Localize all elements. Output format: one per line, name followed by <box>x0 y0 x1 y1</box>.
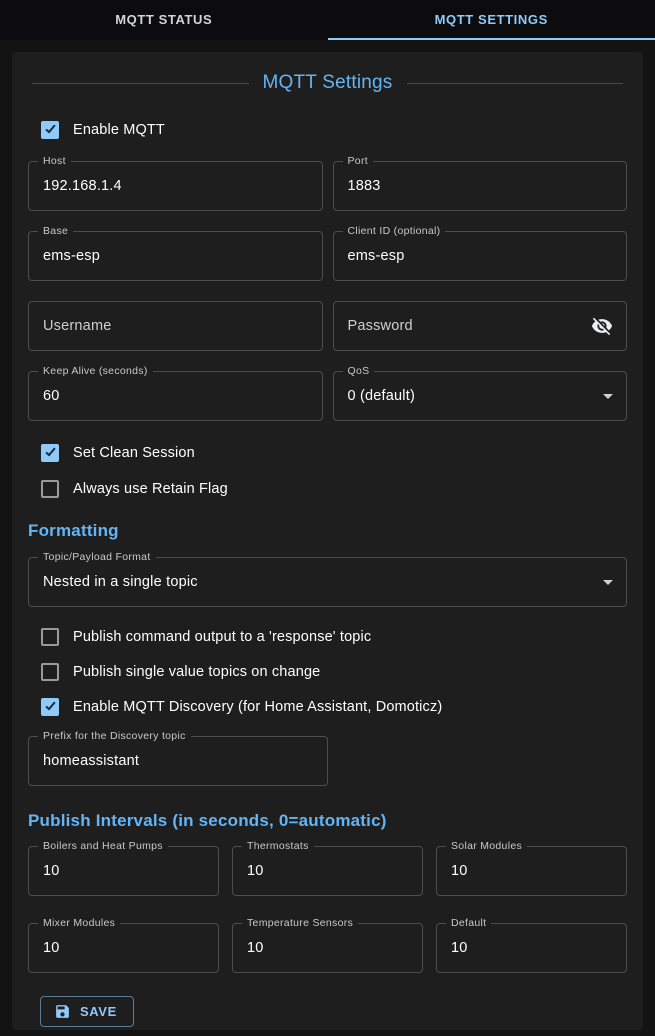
client-id-input[interactable] <box>334 232 627 280</box>
toggle-password-visibility-button[interactable] <box>586 310 618 342</box>
host-input[interactable] <box>29 162 322 210</box>
field-label: Temperature Sensors <box>242 917 358 930</box>
topic-format-selected-value: Nested in a single topic <box>43 558 198 606</box>
checkbox[interactable] <box>41 121 59 139</box>
discovery-prefix-field: Prefix for the Discovery topic <box>28 736 328 786</box>
checkbox-label: Always use Retain Flag <box>73 481 228 497</box>
intervals-row-1: Boilers and Heat Pumps Thermostats Solar… <box>28 846 627 896</box>
default-interval-input[interactable] <box>437 924 626 972</box>
check-icon <box>45 446 55 457</box>
checkbox-label: Enable MQTT <box>73 122 165 138</box>
field-label: Base <box>38 225 73 238</box>
checkbox[interactable] <box>41 663 59 681</box>
check-icon <box>45 700 55 711</box>
password-input[interactable] <box>334 302 627 350</box>
host-port-row: Host Port <box>28 161 627 211</box>
tab-mqtt-settings[interactable]: MQTT SETTINGS <box>328 0 655 40</box>
solar-interval-input[interactable] <box>437 847 626 895</box>
keep-alive-input[interactable] <box>29 372 322 420</box>
host-field: Host <box>28 161 323 211</box>
tab-mqtt-status[interactable]: MQTT STATUS <box>0 0 328 40</box>
credentials-row <box>28 301 627 351</box>
dropdown-arrow-icon <box>603 394 613 399</box>
enable-mqtt-checkbox-row[interactable]: Enable MQTT <box>28 118 627 142</box>
formatting-heading: Formatting <box>28 521 627 541</box>
field-label: Port <box>343 155 373 168</box>
checkbox-label: Publish single value topics on change <box>73 664 320 680</box>
checkbox[interactable] <box>41 480 59 498</box>
qos-select[interactable]: QoS 0 (default) <box>333 371 628 421</box>
field-label: Client ID (optional) <box>343 225 446 238</box>
save-button[interactable]: SAVE <box>40 996 134 1027</box>
visibility-off-icon <box>591 315 613 337</box>
thermostats-interval-input[interactable] <box>233 847 422 895</box>
mixer-interval-input[interactable] <box>29 924 218 972</box>
keepalive-qos-row: Keep Alive (seconds) QoS 0 (default) <box>28 371 627 421</box>
title-divider-right <box>407 83 624 84</box>
mixer-interval-field: Mixer Modules <box>28 923 219 973</box>
set-clean-session-checkbox-row[interactable]: Set Clean Session <box>28 441 627 465</box>
base-input[interactable] <box>29 232 322 280</box>
thermostats-interval-field: Thermostats <box>232 846 423 896</box>
page-title-row: MQTT Settings <box>32 72 623 94</box>
client-id-field: Client ID (optional) <box>333 231 628 281</box>
tab-label: MQTT STATUS <box>115 12 212 27</box>
mqtt-settings-card: MQTT Settings Enable MQTT Host Port Base… <box>12 52 643 1030</box>
field-label: Thermostats <box>242 840 314 853</box>
base-clientid-row: Base Client ID (optional) <box>28 231 627 281</box>
temperature-sensors-interval-field: Temperature Sensors <box>232 923 423 973</box>
port-field: Port <box>333 161 628 211</box>
tab-bar: MQTT STATUS MQTT SETTINGS <box>0 0 655 40</box>
intervals-row-2: Mixer Modules Temperature Sensors Defaul… <box>28 923 627 973</box>
solar-interval-field: Solar Modules <box>436 846 627 896</box>
save-icon <box>54 1003 71 1020</box>
always-retain-checkbox-row[interactable]: Always use Retain Flag <box>28 477 627 501</box>
checkbox[interactable] <box>41 698 59 716</box>
checkbox-label: Enable MQTT Discovery (for Home Assistan… <box>73 699 442 715</box>
checkbox-label: Publish command output to a 'response' t… <box>73 629 371 645</box>
base-field: Base <box>28 231 323 281</box>
enable-discovery-checkbox-row[interactable]: Enable MQTT Discovery (for Home Assistan… <box>28 695 627 719</box>
dropdown-arrow-icon <box>603 580 613 585</box>
tab-label: MQTT SETTINGS <box>435 12 548 27</box>
publish-response-checkbox-row[interactable]: Publish command output to a 'response' t… <box>28 625 627 649</box>
boilers-interval-field: Boilers and Heat Pumps <box>28 846 219 896</box>
username-field <box>28 301 323 351</box>
field-label: Keep Alive (seconds) <box>38 365 153 378</box>
password-field <box>333 301 628 351</box>
checkbox[interactable] <box>41 444 59 462</box>
save-button-label: SAVE <box>80 1004 117 1019</box>
temperature-sensors-interval-input[interactable] <box>233 924 422 972</box>
field-label: Prefix for the Discovery topic <box>38 730 191 743</box>
field-label: Boilers and Heat Pumps <box>38 840 168 853</box>
keep-alive-field: Keep Alive (seconds) <box>28 371 323 421</box>
title-divider-left <box>32 83 249 84</box>
qos-selected-value: 0 (default) <box>348 372 416 420</box>
field-label: Host <box>38 155 71 168</box>
port-input[interactable] <box>334 162 627 210</box>
checkbox-label: Set Clean Session <box>73 445 195 461</box>
formatting-checkboxes: Publish command output to a 'response' t… <box>28 625 627 719</box>
field-label: Mixer Modules <box>38 917 120 930</box>
field-label: Default <box>446 917 491 930</box>
default-interval-field: Default <box>436 923 627 973</box>
page-title: MQTT Settings <box>263 72 393 94</box>
discovery-prefix-input[interactable] <box>29 737 327 785</box>
check-icon <box>45 123 55 134</box>
boilers-interval-input[interactable] <box>29 847 218 895</box>
field-label: Solar Modules <box>446 840 527 853</box>
publish-intervals-heading: Publish Intervals (in seconds, 0=automat… <box>28 811 627 831</box>
publish-single-value-checkbox-row[interactable]: Publish single value topics on change <box>28 660 627 684</box>
checkbox[interactable] <box>41 628 59 646</box>
topic-format-select[interactable]: Topic/Payload Format Nested in a single … <box>28 557 627 607</box>
username-input[interactable] <box>29 302 322 350</box>
